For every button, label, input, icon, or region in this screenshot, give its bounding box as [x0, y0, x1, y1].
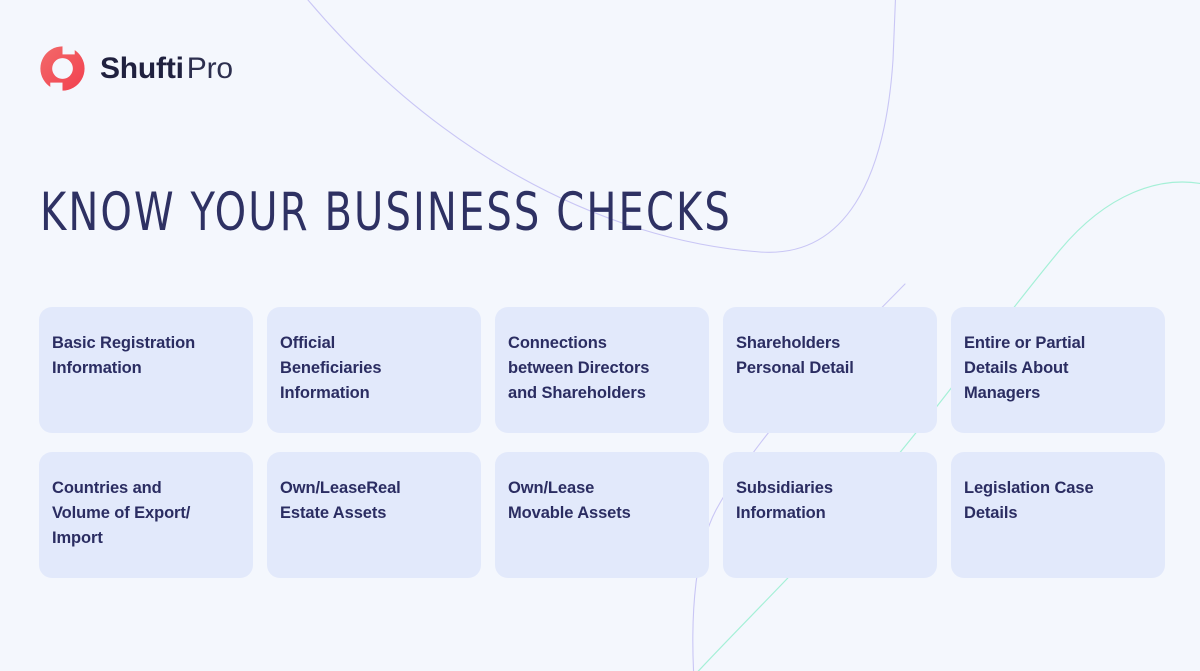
shufti-ring-logo-icon [40, 46, 85, 91]
poster-canvas: Shufti Pro KNOW YOUR BUSINESS CHECKS Basi… [0, 0, 1200, 671]
check-card-label: Countries and Volume of Export/ Import [52, 479, 191, 547]
brand-logo: Shufti Pro [39, 45, 233, 92]
check-card-label: Connections between Directors and Shareh… [508, 334, 650, 402]
brand-name-light: Pro [186, 51, 233, 85]
check-card-label: Basic Registration Information [52, 334, 196, 377]
check-card[interactable]: Countries and Volume of Export/ Import [39, 452, 253, 578]
check-card-label: Entire or Partial Details About Managers [964, 334, 1086, 402]
page-title: KNOW YOUR BUSINESS CHECKS [40, 181, 732, 243]
check-card[interactable]: Connections between Directors and Shareh… [495, 307, 709, 433]
checks-card-grid: Basic Registration Information Official … [39, 307, 1165, 578]
check-card[interactable]: Subsidiaries Information [723, 452, 937, 578]
check-card[interactable]: Legislation Case Details [951, 452, 1165, 578]
check-card[interactable]: Own/LeaseReal Estate Assets [267, 452, 481, 578]
check-card-label: Own/Lease Movable Assets [508, 479, 631, 522]
brand-wordmark: Shufti Pro [100, 51, 233, 85]
check-card[interactable]: Shareholders Personal Detail [723, 307, 937, 433]
check-card-label: Shareholders Personal Detail [736, 334, 854, 377]
brand-name-strong: Shufti [100, 51, 184, 85]
check-card-label: Subsidiaries Information [736, 479, 833, 522]
check-card[interactable]: Own/Lease Movable Assets [495, 452, 709, 578]
check-card[interactable]: Official Beneficiaries Information [267, 307, 481, 433]
check-card-label: Legislation Case Details [964, 479, 1094, 522]
check-card-label: Official Beneficiaries Information [280, 334, 382, 402]
check-card[interactable]: Basic Registration Information [39, 307, 253, 433]
check-card-label: Own/LeaseReal Estate Assets [280, 479, 401, 522]
check-card[interactable]: Entire or Partial Details About Managers [951, 307, 1165, 433]
